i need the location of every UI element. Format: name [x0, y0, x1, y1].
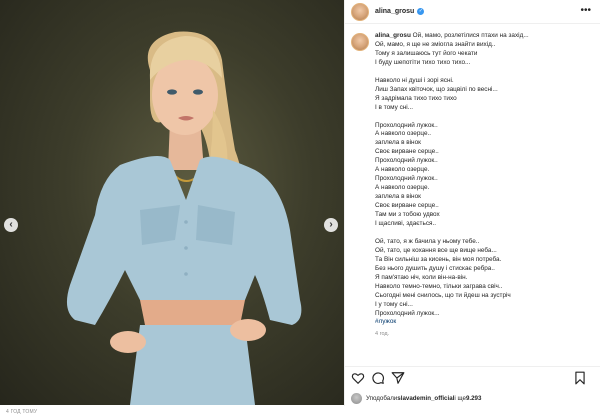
caption-line: Ой, тато, я ж бачила у ньому тебе..	[375, 237, 480, 245]
prev-photo-button[interactable]: ‹	[4, 218, 18, 232]
verified-icon: ✓	[417, 8, 425, 15]
likes-middle: і ще	[454, 395, 466, 402]
heart-icon[interactable]	[351, 371, 365, 385]
caption-line: Там ми з тобою удвох	[375, 211, 440, 219]
action-bar	[345, 366, 600, 388]
caption-line: Прохолодний лужок...	[375, 309, 440, 317]
caption-line: Тому я залишаюсь тут його чекати	[375, 49, 478, 57]
caption-line: Я пам'ятаю ніч, коли він-на-він.	[375, 273, 468, 281]
more-icon[interactable]: •••	[580, 6, 591, 16]
post-header: alina_grosu ✓ •••	[345, 0, 600, 24]
comment-icon[interactable]	[371, 371, 385, 385]
caption-line: А навколо озерце.	[375, 166, 430, 174]
caption-line: І у тому сні...	[375, 300, 413, 308]
caption-line: Ой, мамо, я ще не зміогла знайти вихід..	[375, 40, 496, 48]
likes-prefix: Уподобали	[366, 395, 398, 402]
caption-line: Прохолодний лужок..	[375, 157, 438, 165]
caption-line: Та Він сильніш за кисень, він моя потреб…	[375, 255, 502, 263]
caption-gap	[375, 68, 593, 77]
post-timestamp: 4 ГОД ТОМУ	[0, 406, 600, 418]
caption-line: Ой, тато, це кохання все ще вище неба...	[375, 246, 497, 254]
caption-line: Прохолодний лужок..	[375, 121, 438, 129]
caption-line: Навколо темно-темно, тільки заграва свіч…	[375, 282, 503, 290]
caption-line: Без нього душить душу і стискає ребра..	[375, 264, 495, 272]
caption-line: Навколо ні душі і зорі ясні.	[375, 76, 454, 84]
caption-gap	[375, 229, 593, 238]
hashtag-link[interactable]: #лужок	[375, 318, 593, 327]
photo-illustration	[66, 31, 302, 405]
caption-line: Прохолодний лужок..	[375, 175, 438, 183]
caption-line: І щасливі, здається..	[375, 219, 437, 227]
liker-username[interactable]: slavademin_official	[397, 395, 454, 402]
post-side-panel: alina_grosu ✓ ••• alina_grosu Ой, мамо, …	[344, 0, 600, 418]
caption-line: Я задрімала тихо тихо тихо	[375, 94, 457, 102]
caption-time: 4 год.	[375, 331, 390, 338]
caption-avatar[interactable]	[351, 33, 369, 51]
caption-line: Сьогодні мені снилось, що ти йдеш на зус…	[375, 291, 511, 299]
likes-summary[interactable]: Уподобали slavademin_official і ще 9.293	[351, 393, 481, 404]
caption-line: І в тому сні...	[375, 103, 414, 111]
caption-line: А навколо озерце.	[375, 184, 430, 192]
likes-count[interactable]: 9.293	[466, 395, 481, 402]
caption-line: Лиш Запах квіточок, що зацвілі по весні.…	[375, 85, 498, 93]
caption-line: заплела в вінок	[375, 139, 421, 147]
caption-line: І буду шепотіти тихо тихо тихо...	[375, 58, 471, 66]
caption-line: заплела в вінок	[375, 193, 421, 201]
author-username[interactable]: alina_grosu	[375, 8, 414, 15]
caption-text: alina_grosu Ой, мамо, розлетілися птахи …	[375, 32, 593, 327]
caption-line: Своє вирване серце..	[375, 202, 439, 210]
caption-line: Своє вирване серце..	[375, 148, 439, 156]
author-avatar[interactable]	[351, 2, 369, 21]
post-photo[interactable]: ‹ ›	[0, 0, 344, 405]
liker-avatar	[351, 393, 362, 404]
bookmark-icon[interactable]	[573, 371, 587, 385]
caption-line: Ой, мамо, розлетілися птахи на захід...	[412, 32, 529, 39]
caption-gap	[375, 113, 593, 122]
share-icon[interactable]	[391, 371, 405, 385]
next-photo-button[interactable]: ›	[324, 218, 338, 232]
caption-area: alina_grosu Ой, мамо, розлетілися птахи …	[351, 32, 595, 337]
caption-username[interactable]: alina_grosu	[375, 32, 411, 39]
